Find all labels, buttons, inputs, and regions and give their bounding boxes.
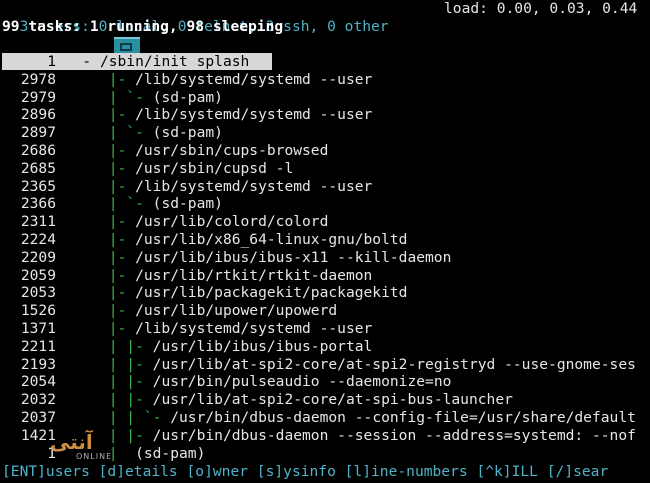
process-command: /usr/lib/ibus/ibus-x11 --kill-daemon bbox=[135, 248, 452, 266]
process-command: /usr/lib/colord/colord bbox=[135, 213, 329, 231]
load-average: load: 0.00, 0.03, 0.44 bbox=[444, 0, 638, 17]
process-pid: 1 bbox=[47, 53, 56, 70]
process-row[interactable]: 2897 | `- (sd-pam) bbox=[2, 124, 223, 141]
process-pid: 2059 bbox=[20, 266, 56, 284]
process-pid: 2366 bbox=[20, 195, 56, 213]
process-row[interactable]: 2211 | |- /usr/lib/ibus/ibus-portal bbox=[2, 338, 372, 355]
process-row[interactable]: 2193 | |- /usr/lib/at-spi2-core/at-spi2-… bbox=[2, 356, 636, 373]
process-tree-branch: |- bbox=[108, 142, 136, 159]
process-pid: 2311 bbox=[20, 213, 56, 231]
process-tree-branch: | `- bbox=[108, 124, 153, 142]
process-pid: 2896 bbox=[20, 106, 56, 124]
process-tree-branch: |- bbox=[108, 213, 136, 231]
process-pid: 2209 bbox=[20, 248, 56, 266]
process-row[interactable]: 2037 | | `- /usr/bin/dbus-daemon --confi… bbox=[2, 409, 636, 426]
process-command: /lib/systemd/systemd --user bbox=[135, 106, 373, 124]
process-pid: 2685 bbox=[20, 159, 56, 177]
process-row[interactable]: 2054 | |- /usr/bin/pulseaudio --daemoniz… bbox=[2, 373, 452, 391]
process-command: /usr/sbin/cups-browsed bbox=[135, 142, 329, 159]
process-command: /usr/bin/dbus-daemon --session --address… bbox=[152, 426, 636, 444]
process-command: /usr/lib/ibus/ibus-portal bbox=[152, 337, 373, 355]
process-row[interactable]: 2685 |- /usr/sbin/cupsd -l bbox=[2, 160, 293, 177]
process-pid: 2211 bbox=[20, 337, 56, 355]
process-tree-branch: |- bbox=[108, 248, 136, 266]
process-command: /lib/systemd/systemd --user bbox=[135, 70, 373, 88]
process-tree-branch: |- bbox=[108, 302, 136, 320]
process-row[interactable]: 2311 |- /usr/lib/colord/colord bbox=[2, 213, 329, 231]
process-command: /usr/lib/at-spi2-core/at-spi2-registryd … bbox=[152, 355, 636, 373]
process-tree-branch: | |- bbox=[108, 337, 153, 355]
process-tree-branch: | `- bbox=[108, 195, 153, 213]
process-pid: 2037 bbox=[20, 409, 56, 426]
process-row[interactable]: 2209 |- /usr/lib/ibus/ibus-x11 --kill-da… bbox=[2, 248, 452, 266]
process-pid: 2979 bbox=[20, 88, 56, 106]
process-row[interactable]: 2978 |- /lib/systemd/systemd --user bbox=[2, 71, 372, 88]
process-tree-branch: | | `- bbox=[108, 409, 171, 426]
process-command: /lib/systemd/systemd --user bbox=[135, 177, 373, 195]
process-row[interactable]: 2059 |- /usr/lib/rtkit/rtkit-daemon bbox=[2, 267, 372, 284]
process-command: (sd-pam) bbox=[152, 195, 223, 213]
process-pid: 1526 bbox=[20, 302, 56, 320]
process-tree-branch: | |- bbox=[108, 391, 153, 409]
process-row[interactable]: 2366 | `- (sd-pam) bbox=[2, 195, 223, 212]
process-pid: 2897 bbox=[20, 124, 56, 142]
watermark-subtext: ONLINE bbox=[76, 452, 113, 461]
process-row[interactable]: 2686 |- /usr/sbin/cups-browsed bbox=[2, 142, 329, 159]
process-row[interactable]: 2032 | |- /usr/lib/at-spi2-core/at-spi-b… bbox=[2, 391, 513, 408]
process-pid: 2224 bbox=[20, 231, 56, 248]
process-tree-branch: | |- bbox=[108, 373, 153, 391]
users-summary-line: 3 users: 0 local, 0 telnet, 3 ssh, 0 oth… bbox=[2, 0, 638, 35]
process-pid: 2193 bbox=[20, 355, 56, 373]
process-row[interactable]: 2365 |- /lib/systemd/systemd --user bbox=[2, 178, 372, 195]
process-command: /sbin/init splash bbox=[99, 53, 250, 70]
process-pid: 2365 bbox=[20, 177, 56, 195]
process-command: /usr/lib/packagekit/packagekitd bbox=[135, 284, 408, 302]
process-command: /usr/lib/at-spi2-core/at-spi-bus-launche… bbox=[152, 391, 513, 409]
process-row[interactable]: 2979 | `- (sd-pam) bbox=[2, 89, 223, 106]
tasks-summary-line: 99 tasks: 1 running, 98 sleeping bbox=[2, 18, 284, 35]
process-pid: 2032 bbox=[20, 391, 56, 409]
process-tree-branch: |- bbox=[108, 177, 136, 195]
process-pid: 1371 bbox=[20, 320, 56, 337]
process-tree-branch: |- bbox=[108, 231, 136, 248]
process-pid: 2978 bbox=[20, 70, 56, 88]
watermark-logo: آنتی ONLINE bbox=[10, 428, 130, 462]
process-command: (sd-pam) bbox=[152, 124, 223, 142]
process-tree-branch: |- bbox=[108, 320, 136, 337]
process-row[interactable]: 1 - /sbin/init splash bbox=[2, 53, 272, 70]
process-command: /lib/systemd/systemd --user bbox=[135, 320, 373, 337]
process-command: /usr/bin/pulseaudio --daemonize=no bbox=[152, 373, 452, 391]
process-command: /usr/lib/upower/upowerd bbox=[135, 302, 338, 320]
process-row[interactable]: 1526 |- /usr/lib/upower/upowerd bbox=[2, 302, 337, 319]
process-tree-branch: |- bbox=[108, 70, 136, 88]
process-tree-branch: |- bbox=[108, 159, 136, 177]
process-tree-branch: | `- bbox=[108, 88, 153, 106]
process-tree-branch: |- bbox=[108, 106, 136, 124]
process-command: /usr/lib/x86_64-linux-gnu/boltd bbox=[135, 231, 408, 248]
process-command: (sd-pam) bbox=[152, 88, 223, 106]
process-command: /usr/sbin/cupsd -l bbox=[135, 159, 294, 177]
process-command: /usr/lib/rtkit/rtkit-daemon bbox=[135, 266, 373, 284]
watermark-text: آنتی bbox=[50, 430, 93, 454]
process-tree-branch: - bbox=[82, 53, 100, 70]
process-row[interactable]: 2896 |- /lib/systemd/systemd --user bbox=[2, 106, 372, 123]
process-pid: 2686 bbox=[20, 142, 56, 159]
process-pid: 2053 bbox=[20, 284, 56, 302]
process-tree-branch: |- bbox=[108, 284, 136, 302]
process-tree-branch: | |- bbox=[108, 355, 153, 373]
keybinding-footer[interactable]: [ENT]users [d]etails [o]wner [s]ysinfo [… bbox=[2, 463, 608, 481]
process-command: /usr/bin/dbus-daemon --config-file=/usr/… bbox=[170, 409, 636, 426]
process-tree-branch: |- bbox=[108, 266, 136, 284]
process-row[interactable]: 2224 |- /usr/lib/x86_64-linux-gnu/boltd bbox=[2, 231, 408, 248]
process-row[interactable]: 2053 |- /usr/lib/packagekit/packagekitd bbox=[2, 284, 408, 302]
process-command: (sd-pam) bbox=[135, 444, 206, 462]
process-row[interactable]: 1371 |- /lib/systemd/systemd --user bbox=[2, 320, 372, 337]
process-pid: 2054 bbox=[20, 373, 56, 391]
